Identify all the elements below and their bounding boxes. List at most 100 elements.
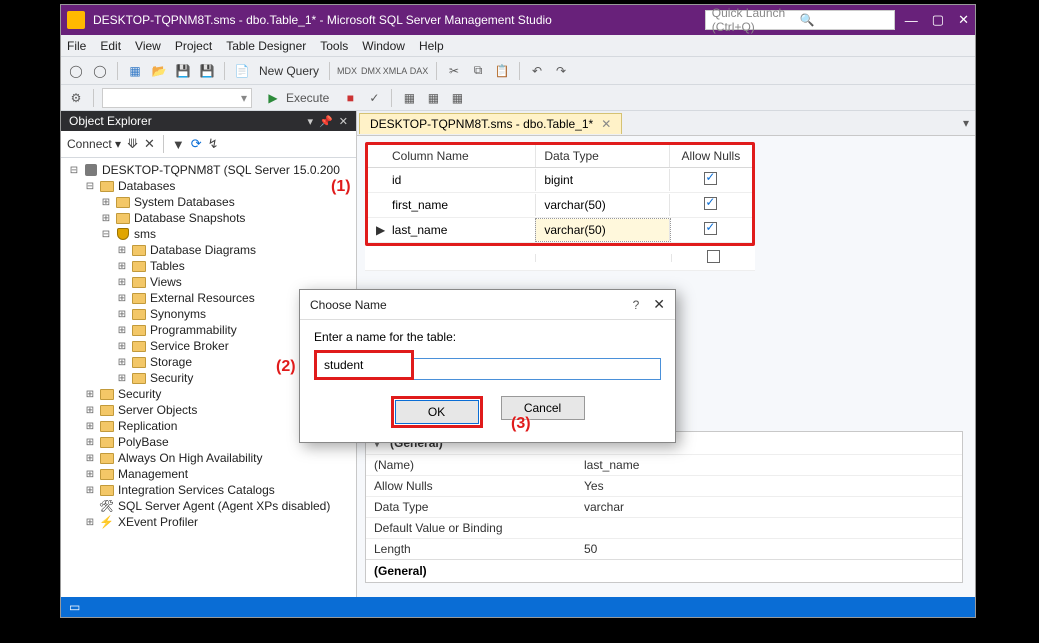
allow-nulls-checkbox[interactable] [707, 250, 720, 263]
tree-databases[interactable]: ⊟Databases [65, 178, 356, 194]
cell-name[interactable]: last_name [384, 219, 536, 241]
forward-icon[interactable]: ◯ [91, 62, 109, 80]
column-properties: (General) (Name)last_name Allow NullsYes… [365, 431, 963, 583]
menu-help[interactable]: Help [419, 39, 444, 53]
undo-icon[interactable]: ↶ [528, 62, 546, 80]
pin-icon[interactable]: 📌 [319, 115, 333, 128]
panel-close-icon[interactable]: ✕ [339, 115, 348, 128]
prop-row[interactable]: Data Typevarchar [366, 496, 962, 517]
menu-project[interactable]: Project [175, 39, 212, 53]
choose-name-dialog: Choose Name ? ✕ Enter a name for the tab… [299, 289, 676, 443]
quick-launch-input[interactable]: Quick Launch (Ctrl+Q) 🔍 [705, 10, 895, 30]
menu-window[interactable]: Window [362, 39, 405, 53]
header-allow-nulls: Allow Nulls [670, 145, 752, 167]
cell-name[interactable]: first_name [384, 194, 536, 216]
tree-snapshots[interactable]: ⊞Database Snapshots [65, 210, 356, 226]
status-ready-icon: ▭ [69, 600, 80, 614]
execute-button[interactable]: ▶Execute [258, 87, 335, 109]
tree-integration-services[interactable]: ⊞Integration Services Catalogs [65, 482, 356, 498]
menu-edit[interactable]: Edit [100, 39, 121, 53]
redo-icon[interactable]: ↷ [552, 62, 570, 80]
stop2-icon[interactable]: ✕ [144, 136, 155, 152]
toggle-icon[interactable]: ⚙ [67, 89, 85, 107]
tree-aoha[interactable]: ⊞Always On High Availability [65, 450, 356, 466]
dialog-label: Enter a name for the table: [314, 330, 661, 344]
help-icon[interactable]: ? [633, 298, 640, 312]
tree-tables[interactable]: ⊞Tables [65, 258, 356, 274]
separator [224, 62, 225, 80]
close-button[interactable]: ✕ [958, 12, 969, 28]
allow-nulls-checkbox[interactable] [704, 172, 717, 185]
mdx-icon[interactable]: MDX [338, 62, 356, 80]
connect-button[interactable]: Connect ▾ [67, 137, 121, 151]
menu-tools[interactable]: Tools [320, 39, 348, 53]
tree-xevent-profiler[interactable]: ⊞⚡XEvent Profiler [65, 514, 356, 530]
grid2-icon[interactable]: ▦ [424, 89, 442, 107]
tab-label: DESKTOP-TQPNM8T.sms - dbo.Table_1* [370, 117, 593, 131]
tree-system-databases[interactable]: ⊞System Databases [65, 194, 356, 210]
tree-db-diagrams[interactable]: ⊞Database Diagrams [65, 242, 356, 258]
columns-grid[interactable]: Column Name Data Type Allow Nulls id big… [365, 142, 755, 246]
parse-icon[interactable]: ✓ [365, 89, 383, 107]
allow-nulls-checkbox[interactable] [704, 197, 717, 210]
minimize-button[interactable]: — [905, 13, 918, 28]
cut-icon[interactable]: ✂ [445, 62, 463, 80]
save-icon[interactable]: 💾 [174, 62, 192, 80]
grid3-icon[interactable]: ▦ [448, 89, 466, 107]
dax-icon[interactable]: DAX [410, 62, 428, 80]
back-icon[interactable]: ◯ [67, 62, 85, 80]
autohide-icon[interactable]: ▾ [308, 115, 314, 128]
xmla-icon[interactable]: XMLA [386, 62, 404, 80]
prop-row[interactable]: Length50 [366, 538, 962, 559]
menu-view[interactable]: View [135, 39, 161, 53]
copy-icon[interactable]: ⧉ [469, 62, 487, 80]
database-dropdown[interactable]: ▾ [102, 88, 252, 108]
filter-icon[interactable]: ▼ [172, 137, 185, 152]
cell-type[interactable]: varchar(50) [536, 194, 669, 216]
allow-nulls-checkbox[interactable] [704, 222, 717, 235]
menu-file[interactable]: File [67, 39, 86, 53]
open-icon[interactable]: 📂 [150, 62, 168, 80]
column-row-empty[interactable] [365, 246, 755, 271]
maximize-button[interactable]: ▢ [932, 12, 944, 28]
document-tabs: DESKTOP-TQPNM8T.sms - dbo.Table_1* ✕ ▾ [357, 111, 975, 135]
stop-icon[interactable]: ■ [341, 89, 359, 107]
new-query-icon[interactable]: 📄 [233, 62, 251, 80]
new-query-button[interactable]: New Query [257, 64, 321, 78]
tab-close-icon[interactable]: ✕ [601, 117, 611, 131]
columns-header: Column Name Data Type Allow Nulls [368, 145, 752, 168]
save-all-icon[interactable]: 💾 [198, 62, 216, 80]
tree-views[interactable]: ⊞Views [65, 274, 356, 290]
tree-sql-agent[interactable]: 🛠SQL Server Agent (Agent XPs disabled) [65, 498, 356, 514]
dmx-icon[interactable]: DMX [362, 62, 380, 80]
prop-row[interactable]: Default Value or Binding [366, 517, 962, 538]
tree-management[interactable]: ⊞Management [65, 466, 356, 482]
table-name-input[interactable] [318, 354, 404, 376]
tree-server-root[interactable]: ⊟DESKTOP-TQPNM8T (SQL Server 15.0.200 [65, 162, 356, 178]
separator [117, 62, 118, 80]
tab-table-designer[interactable]: DESKTOP-TQPNM8T.sms - dbo.Table_1* ✕ [359, 113, 622, 134]
tree-db-sms[interactable]: ⊟sms [65, 226, 356, 242]
table-name-input-extension[interactable] [414, 358, 661, 380]
status-bar: ▭ [61, 597, 975, 617]
prop-row[interactable]: (Name)last_name [366, 454, 962, 475]
stop3-icon[interactable]: ↯ [208, 136, 219, 152]
ok-button[interactable]: OK [395, 400, 479, 424]
dialog-close-icon[interactable]: ✕ [653, 296, 665, 313]
refresh-icon[interactable]: ⟳ [191, 136, 202, 152]
new-project-icon[interactable]: ▦ [126, 62, 144, 80]
column-row[interactable]: id bigint [368, 168, 752, 193]
column-row-selected[interactable]: ▶ last_name varchar(50) [368, 218, 752, 243]
paste-icon[interactable]: 📋 [493, 62, 511, 80]
cell-type[interactable]: varchar(50) [536, 219, 669, 241]
disconnect-icon[interactable]: ⟱ [127, 136, 138, 152]
grid-icon[interactable]: ▦ [400, 89, 418, 107]
prop-row[interactable]: Allow NullsYes [366, 475, 962, 496]
tabs-dropdown-icon[interactable]: ▾ [957, 114, 975, 132]
menu-table-designer[interactable]: Table Designer [226, 39, 306, 53]
column-row[interactable]: first_name varchar(50) [368, 193, 752, 218]
cell-name[interactable]: id [384, 169, 536, 191]
app-window: DESKTOP-TQPNM8T.sms - dbo.Table_1* - Mic… [60, 4, 976, 618]
dialog-titlebar: Choose Name ? ✕ [300, 290, 675, 320]
cell-type[interactable]: bigint [536, 169, 669, 191]
